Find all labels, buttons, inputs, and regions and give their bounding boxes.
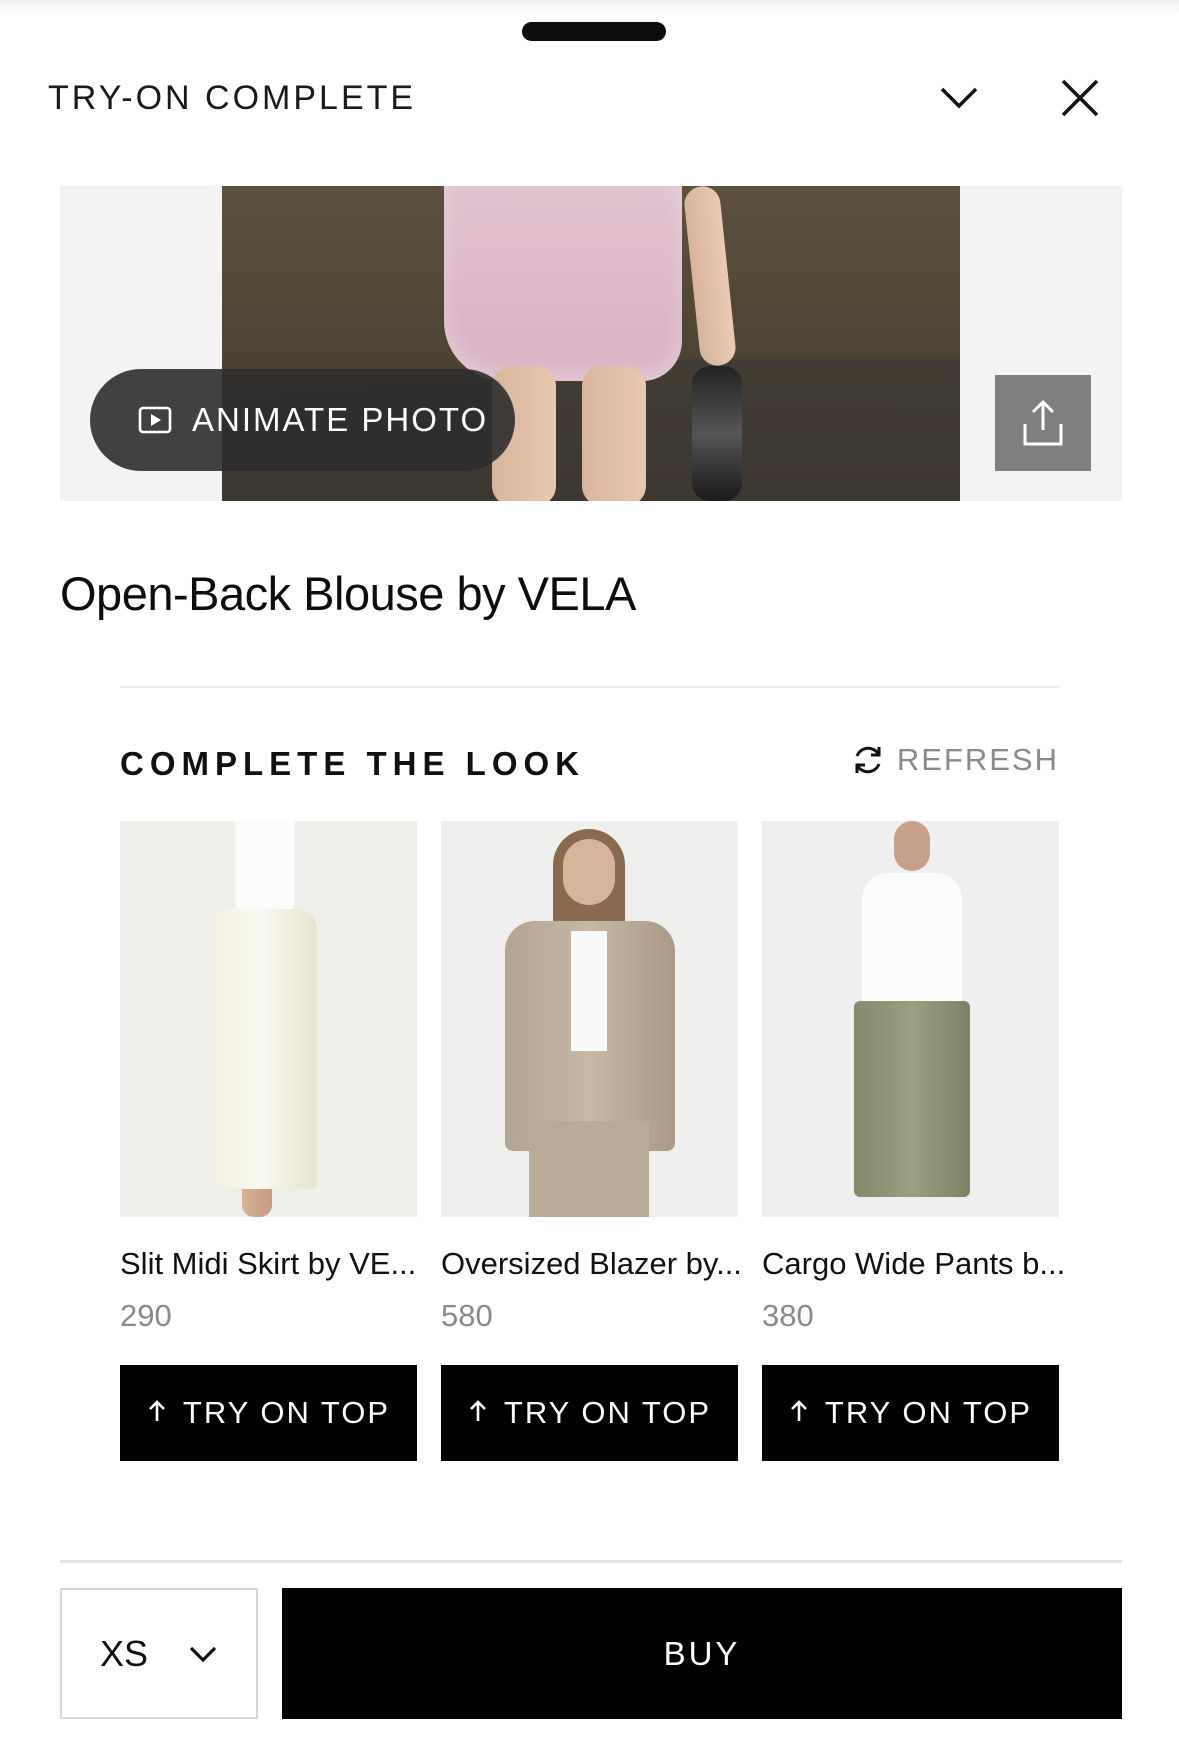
footer-divider [60, 1560, 1122, 1563]
size-select[interactable]: XS [60, 1588, 258, 1719]
model-head [894, 821, 930, 871]
share-button[interactable] [995, 375, 1091, 471]
try-on-top-label: TRY ON TOP [182, 1395, 391, 1430]
sheet-title: TRY-ON COMPLETE [48, 79, 417, 117]
product-card: Slit Midi Skirt by VE... 290 TRY ON TOP [120, 821, 417, 1461]
model-shirt [571, 931, 607, 1051]
try-on-top-label: TRY ON TOP [824, 1395, 1033, 1430]
close-button[interactable] [1048, 66, 1112, 130]
animate-photo-button[interactable]: ANIMATE PHOTO [90, 369, 515, 471]
photo-arm [682, 186, 738, 368]
product-image-pants[interactable] [762, 821, 1059, 1217]
product-name[interactable]: Slit Midi Skirt by VE... [120, 1245, 417, 1283]
try-on-top-button[interactable]: TRY ON TOP [762, 1365, 1059, 1461]
product-image-blazer[interactable] [441, 821, 738, 1217]
section-divider [120, 686, 1060, 688]
photo-fringe-skirt [444, 186, 682, 381]
product-name[interactable]: Oversized Blazer by... [441, 1245, 742, 1283]
sheet-top-edge [0, 0, 1179, 14]
try-on-top-button[interactable]: TRY ON TOP [441, 1365, 738, 1461]
product-price: 580 [441, 1298, 493, 1333]
sheet-grabber-handle[interactable] [522, 22, 666, 41]
refresh-label: REFRESH [896, 742, 1059, 777]
product-title: Open-Back Blouse by VELA [60, 567, 636, 620]
chevron-down-icon [189, 1646, 217, 1662]
model-top [235, 821, 295, 916]
model-head [563, 839, 615, 905]
try-on-top-button[interactable]: TRY ON TOP [120, 1365, 417, 1461]
arrow-up-icon [789, 1395, 809, 1431]
arrow-up-icon [147, 1395, 167, 1431]
size-value: XS [100, 1632, 149, 1674]
refresh-button[interactable]: REFRESH [851, 742, 1059, 778]
photo-leg [582, 366, 646, 501]
play-icon [138, 406, 172, 434]
try-on-top-label: TRY ON TOP [503, 1395, 712, 1430]
product-price: 290 [120, 1298, 172, 1333]
share-icon [1023, 399, 1063, 446]
satin-skirt [212, 909, 317, 1189]
buy-button[interactable]: BUY [282, 1588, 1122, 1719]
product-price: 380 [762, 1298, 814, 1333]
complete-the-look-list: Slit Midi Skirt by VE... 290 TRY ON TOP … [120, 821, 1065, 1461]
product-card: Cargo Wide Pants b... 380 TRY ON TOP [762, 821, 1065, 1461]
arrow-up-icon [468, 1395, 488, 1431]
product-name[interactable]: Cargo Wide Pants b... [762, 1245, 1065, 1283]
complete-the-look-heading: COMPLETE THE LOOK [120, 745, 585, 782]
refresh-icon [855, 746, 881, 774]
photo-bag [692, 366, 742, 501]
product-card: Oversized Blazer by... 580 TRY ON TOP [441, 821, 742, 1461]
animate-photo-label: ANIMATE PHOTO [192, 401, 489, 438]
product-image-skirt[interactable] [120, 821, 417, 1217]
close-icon [1061, 79, 1099, 117]
cargo-pants [854, 1001, 970, 1197]
model-trousers [529, 1121, 649, 1217]
model-shirt [862, 873, 962, 1013]
collapse-button[interactable] [927, 66, 991, 130]
chevron-down-icon [940, 87, 978, 109]
